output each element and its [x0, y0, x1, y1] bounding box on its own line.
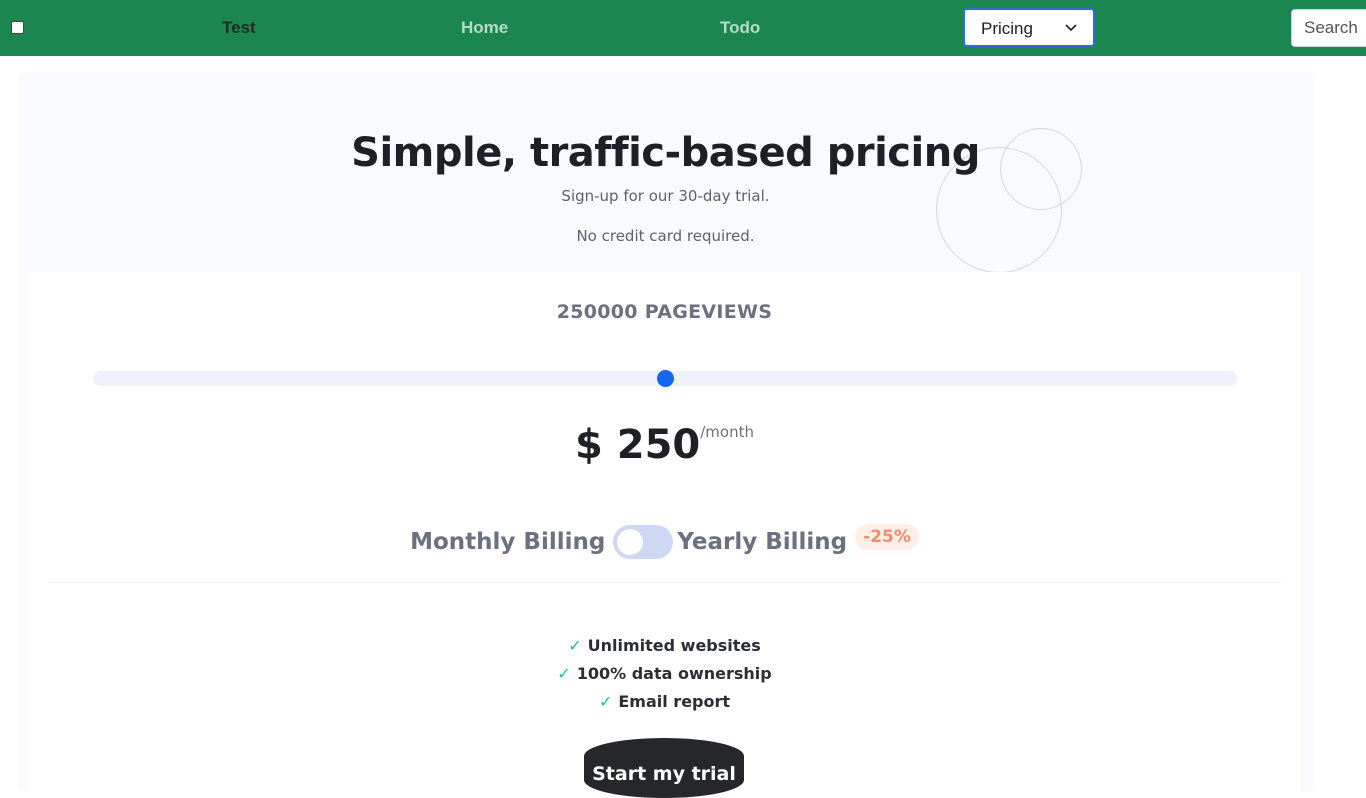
- slider-fill: [93, 371, 665, 386]
- page-title: Simple, traffic-based pricing: [351, 130, 980, 176]
- billing-yearly-label: Yearly Billing: [677, 529, 848, 555]
- check-icon: ✓: [598, 692, 613, 711]
- menu-toggle-checkbox[interactable]: [11, 21, 24, 34]
- slider-thumb[interactable]: [657, 370, 674, 387]
- check-icon: ✓: [568, 636, 582, 655]
- discount-badge: -25%: [855, 524, 919, 550]
- feature-text: Email report: [618, 692, 731, 711]
- price-period: /month: [700, 423, 754, 441]
- divider: [48, 582, 1281, 583]
- feature-text: 100% data ownership: [576, 664, 772, 683]
- nav-brand[interactable]: Test: [222, 18, 256, 38]
- pricing-header: Simple, traffic-based pricing Sign-up fo…: [18, 72, 1313, 273]
- nav-link-home[interactable]: Home: [461, 18, 508, 38]
- pricing-card: 250000 PAGEVIEWS $ 250/month Monthly Bil…: [28, 272, 1301, 798]
- pageviews-label: 250000 PAGEVIEWS: [556, 301, 773, 323]
- search-input[interactable]: Search: [1291, 9, 1366, 47]
- check-icon: ✓: [557, 664, 571, 683]
- start-trial-button[interactable]: Start my trial: [584, 738, 744, 798]
- billing-monthly-label: Monthly Billing: [410, 529, 606, 555]
- feature-item: ✓ 100% data ownership: [28, 660, 1301, 688]
- feature-item: ✓ Unlimited websites: [28, 632, 1301, 660]
- billing-toggle-row: Monthly Billing Yearly Billing -25%: [28, 524, 1301, 560]
- nav-link-todo[interactable]: Todo: [720, 18, 760, 38]
- page-select-dropdown[interactable]: Pricing: [963, 8, 1095, 47]
- page-select-value: Pricing: [981, 19, 1033, 38]
- price-display: $ 250/month: [28, 420, 1301, 470]
- price-amount: $ 250: [574, 422, 701, 468]
- chevron-down-icon: [1065, 24, 1077, 32]
- hero-subtitle-trial: Sign-up for our 30-day trial.: [561, 187, 770, 205]
- feature-item: ✓ Email report: [28, 688, 1301, 716]
- feature-list: ✓ Unlimited websites ✓ 100% data ownership…: [28, 632, 1301, 716]
- billing-toggle[interactable]: [613, 525, 674, 559]
- feature-text: Unlimited websites: [587, 636, 761, 655]
- hero-subtitle-no-card: No credit card required.: [576, 227, 755, 245]
- pricing-section: Simple, traffic-based pricing Sign-up fo…: [18, 72, 1313, 798]
- pageviews-slider[interactable]: [93, 370, 1237, 387]
- top-navbar: Test Home Todo Pricing Search: [0, 0, 1366, 56]
- toggle-knob: [617, 529, 644, 555]
